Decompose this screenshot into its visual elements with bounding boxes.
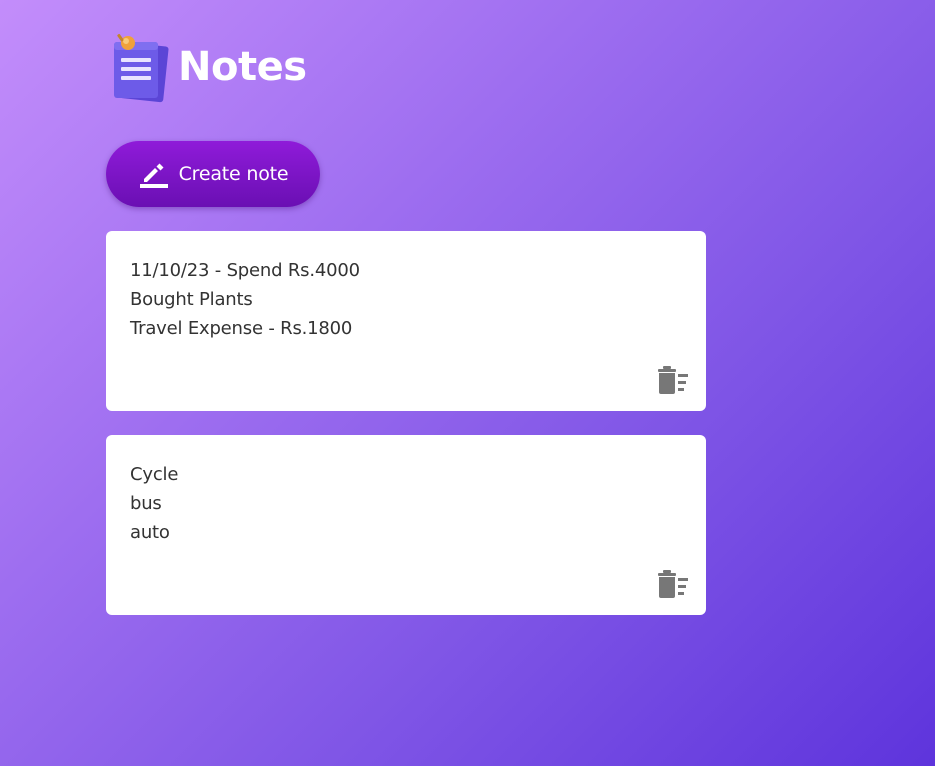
- note-line: Bought Plants: [130, 289, 253, 310]
- create-note-button[interactable]: Create note: [106, 141, 320, 207]
- header: Notes: [106, 30, 706, 108]
- notes-app: Notes Create note 11/10/23 - Spend Rs.40…: [106, 30, 706, 615]
- pencil-edit-icon: [139, 163, 168, 188]
- note-line: Cycle: [130, 464, 179, 485]
- note-line: bus: [130, 493, 162, 514]
- note-line: Travel Expense - Rs.1800: [130, 318, 353, 339]
- delete-sweep-icon[interactable]: [656, 569, 690, 599]
- delete-sweep-icon[interactable]: [656, 365, 690, 395]
- page-title: Notes: [178, 44, 307, 90]
- create-note-label: Create note: [178, 163, 289, 185]
- note-card: 11/10/23 - Spend Rs.4000 Bought Plants T…: [106, 231, 706, 411]
- note-line: auto: [130, 522, 170, 543]
- notepad-pin-icon: [114, 33, 169, 103]
- note-line: 11/10/23 - Spend Rs.4000: [130, 260, 360, 281]
- note-card: Cycle bus auto: [106, 435, 706, 615]
